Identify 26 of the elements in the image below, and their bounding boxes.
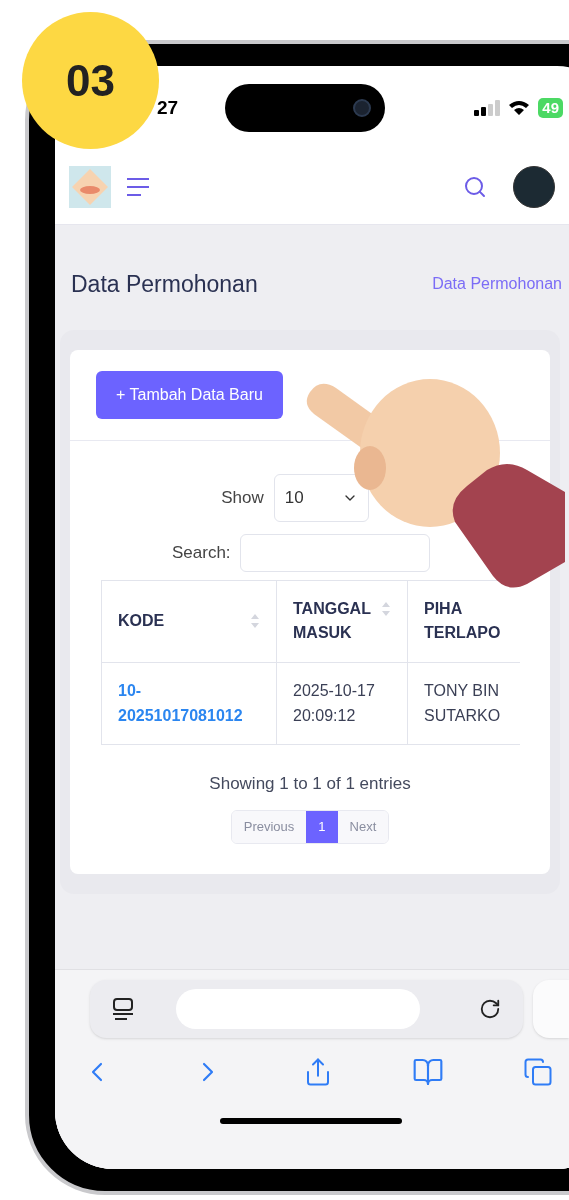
battery-indicator: 49 [538, 98, 563, 118]
column-header[interactable]: TANGGAL MASUK [276, 580, 408, 662]
pagination-button[interactable]: 1 [306, 811, 338, 843]
status-time: 27 [157, 95, 180, 120]
page-menu-icon[interactable] [112, 997, 134, 1021]
camera-icon [353, 99, 371, 117]
column-header[interactable]: KODE [101, 580, 277, 662]
avatar[interactable] [513, 166, 555, 208]
breadcrumb-link[interactable]: Data Permohonan [432, 272, 562, 297]
entries-info: Showing 1 to 1 of 1 entries [209, 772, 411, 795]
tabs-icon[interactable] [523, 1057, 553, 1087]
table-cell-text: 2025-10-17 20:09:12 [293, 681, 376, 726]
pagination-button[interactable]: Next [337, 811, 389, 843]
table-cell-text: TONY BIN SUTARKO [424, 681, 502, 726]
signal-icon [474, 100, 501, 116]
search-icon[interactable] [463, 175, 487, 199]
wifi-icon [508, 100, 531, 116]
reload-icon[interactable] [478, 998, 501, 1020]
bookmarks-icon[interactable] [412, 1056, 444, 1088]
logo-icon[interactable] [69, 166, 111, 208]
show-label: Show [221, 486, 264, 509]
page-title: Data Permohonan [71, 270, 258, 299]
pagination-button[interactable]: Previous [231, 811, 307, 843]
search-field[interactable] [239, 533, 430, 572]
add-data-button[interactable]: + Tambah Data Baru [96, 370, 283, 419]
search-label: Search: [172, 541, 231, 564]
